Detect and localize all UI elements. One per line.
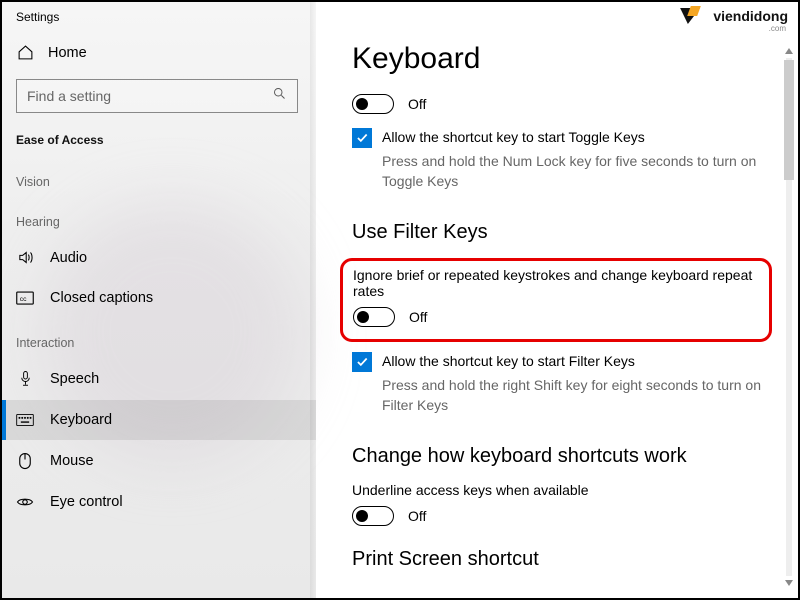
sidebar-item-label: Speech	[50, 371, 99, 387]
search-icon	[272, 86, 287, 106]
sidebar-item-audio[interactable]: Audio	[2, 237, 316, 278]
scrollbar[interactable]	[782, 42, 796, 592]
section-filter-keys: Use Filter Keys	[352, 221, 762, 244]
toggle-filter-keys[interactable]	[353, 307, 395, 327]
sidebar-item-label: Eye control	[50, 494, 123, 510]
search-input[interactable]: Find a setting	[16, 79, 298, 113]
filter-keys-description: Ignore brief or repeated keystrokes and …	[353, 267, 759, 299]
sidebar-item-mouse[interactable]: Mouse	[2, 440, 316, 482]
section-keyboard-shortcuts: Change how keyboard shortcuts work	[352, 445, 762, 468]
hint-text: Press and hold the Num Lock key for five…	[352, 152, 762, 191]
underline-access-description: Underline access keys when available	[352, 482, 762, 498]
checkbox-filter-keys-shortcut[interactable]	[352, 352, 372, 372]
hint-text: Press and hold the right Shift key for e…	[352, 376, 762, 415]
category-vision: Vision	[2, 157, 316, 197]
window-title: Settings	[2, 2, 316, 26]
svg-text:cc: cc	[20, 296, 27, 303]
watermark-logo: viendidong .com	[679, 6, 788, 26]
checkbox-label: Allow the shortcut key to start Toggle K…	[382, 128, 645, 145]
checkbox-label: Allow the shortcut key to start Filter K…	[382, 352, 635, 369]
toggle-underline-access[interactable]	[352, 506, 394, 526]
scroll-down-icon[interactable]	[785, 580, 793, 588]
search-placeholder: Find a setting	[27, 88, 111, 104]
nav-home[interactable]: Home	[2, 26, 316, 71]
sidebar-item-eye-control[interactable]: Eye control	[2, 482, 316, 514]
scroll-up-icon[interactable]	[785, 46, 793, 54]
sidebar-item-speech[interactable]: Speech	[2, 358, 316, 400]
volume-icon	[16, 249, 34, 266]
section-print-screen: Print Screen shortcut	[352, 548, 762, 571]
cc-icon: cc	[16, 291, 34, 305]
sidebar-item-closed-captions[interactable]: cc Closed captions	[2, 278, 316, 318]
toggle-sticky-keys[interactable]	[352, 94, 394, 114]
checkbox-toggle-keys-shortcut[interactable]	[352, 128, 372, 148]
nav-home-label: Home	[48, 45, 87, 61]
sidebar-item-label: Closed captions	[50, 290, 153, 306]
home-icon	[16, 44, 34, 61]
group-title: Ease of Access	[2, 127, 316, 157]
toggle-state-label: Off	[408, 508, 426, 524]
sidebar-item-label: Keyboard	[50, 412, 112, 428]
microphone-icon	[16, 370, 34, 388]
sidebar: Settings Home Find a setting Ease of Acc…	[2, 2, 316, 598]
scroll-thumb[interactable]	[784, 60, 794, 180]
toggle-state-label: Off	[408, 96, 426, 112]
eye-icon	[16, 495, 34, 509]
category-hearing: Hearing	[2, 197, 316, 237]
category-interaction: Interaction	[2, 318, 316, 358]
sidebar-item-keyboard[interactable]: Keyboard	[2, 400, 316, 440]
toggle-state-label: Off	[409, 309, 427, 325]
sidebar-item-label: Mouse	[50, 453, 94, 469]
main-content: viendidong .com Keyboard Off Allow the s…	[316, 2, 798, 598]
sidebar-item-label: Audio	[50, 250, 87, 266]
highlight-annotation: Ignore brief or repeated keystrokes and …	[340, 258, 772, 342]
keyboard-icon	[16, 413, 34, 427]
page-title: Keyboard	[352, 42, 762, 76]
mouse-icon	[16, 452, 34, 470]
